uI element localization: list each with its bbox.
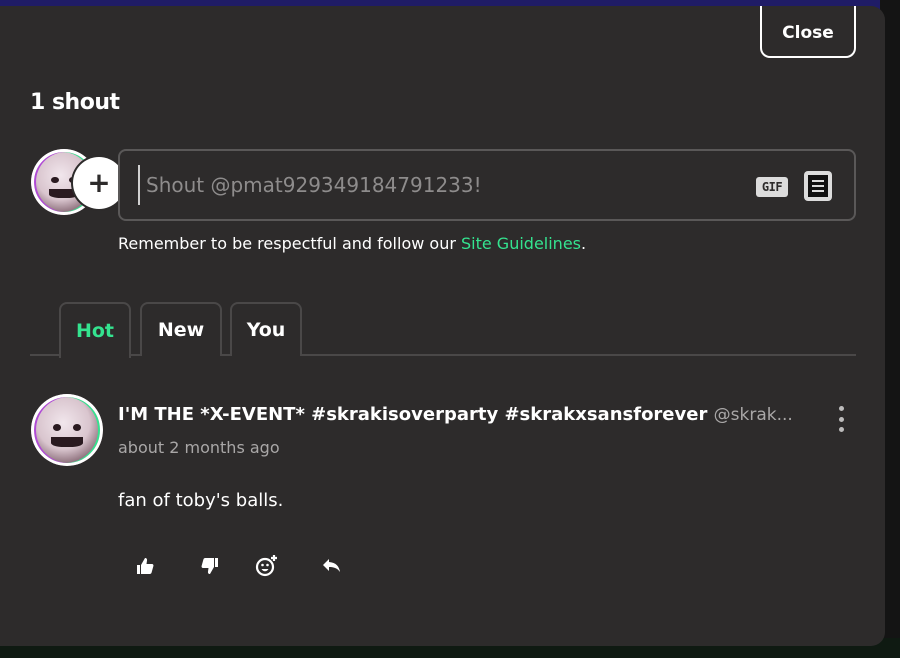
add-reaction-icon[interactable] [253,552,281,580]
post-body: fan of toby's balls. [118,490,284,511]
post-handle[interactable]: @skrak... [714,405,793,425]
tab-you[interactable]: You [230,302,302,356]
more-options-icon[interactable] [832,406,850,432]
close-button[interactable]: Close [760,6,856,58]
guidelines-notice: Remember to be respectful and follow our… [118,234,586,253]
guidelines-text: Remember to be respectful and follow our [118,234,461,253]
site-guidelines-link[interactable]: Site Guidelines [461,234,581,253]
post-display-name[interactable]: I'M THE *X-EVENT* #skrakisoverparty #skr… [118,404,707,425]
post-timestamp: about 2 months ago [118,438,280,457]
shout-count-heading: 1 shout [30,90,120,115]
thumbs-down-icon[interactable] [196,552,224,580]
shout-composer: GIF [118,149,856,221]
gif-icon[interactable]: GIF [756,177,788,197]
tab-new[interactable]: New [140,302,222,356]
reply-icon[interactable] [318,552,346,580]
thumbs-up-icon[interactable] [131,552,159,580]
post-author-avatar[interactable] [31,394,103,466]
guidelines-period: . [581,234,587,253]
sticker-icon[interactable] [804,171,832,201]
shout-input[interactable] [138,165,738,205]
shouts-modal: Close 1 shout + GIF Remember to be respe… [0,6,885,646]
tab-hot[interactable]: Hot [59,302,131,358]
post-author-name[interactable]: I'M THE *X-EVENT* #skrakisoverparty #skr… [118,404,818,425]
